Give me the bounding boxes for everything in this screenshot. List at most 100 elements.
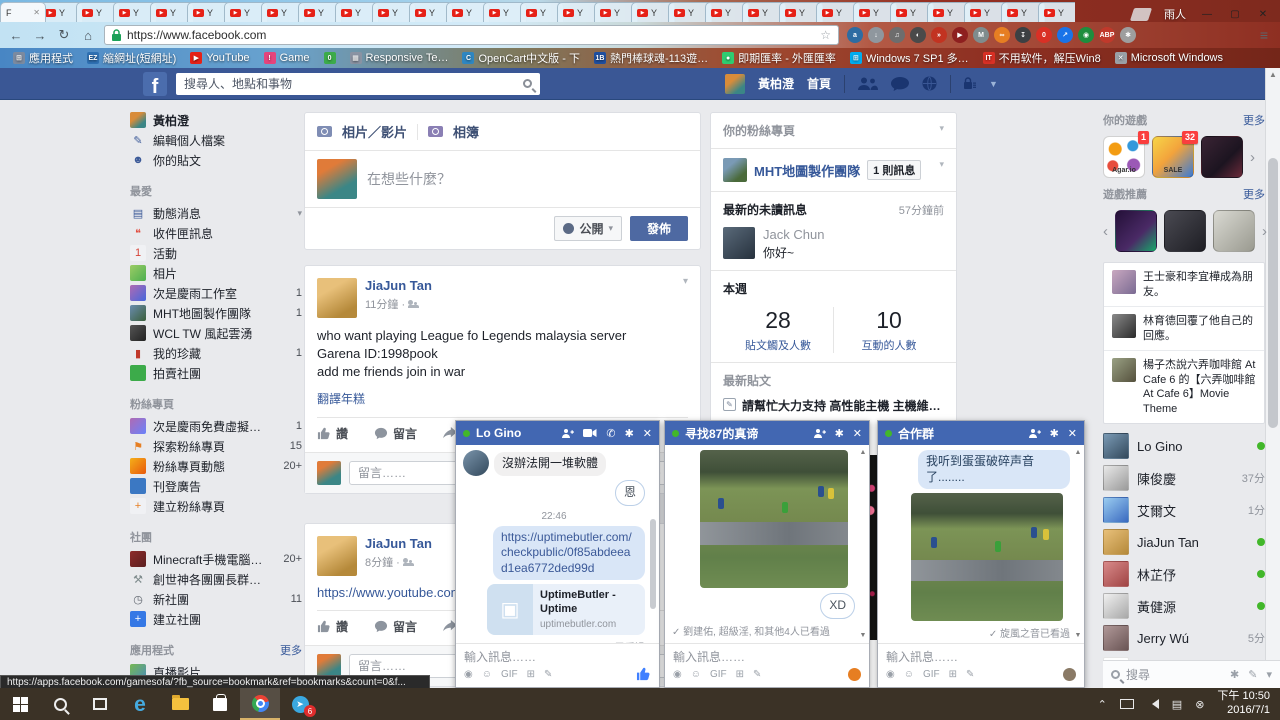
chat-scrollbar[interactable]: [649, 449, 657, 639]
chat-settings-gear-icon[interactable]: ✱: [1230, 668, 1239, 681]
facebook-logo[interactable]: f: [143, 72, 167, 96]
contact-row[interactable]: 林芷伃: [1103, 558, 1265, 590]
page-name-link[interactable]: MHT地圖製作團隊: [754, 161, 860, 180]
close-tab-icon[interactable]: ✕: [33, 8, 40, 17]
notifications-globe-icon[interactable]: [922, 76, 937, 91]
bookmark-item[interactable]: ⊞ Windows 7 SP1 多…: [843, 50, 976, 66]
tab-facebook[interactable]: F ✕: [0, 2, 46, 22]
close-chat-icon[interactable]: ✕: [853, 427, 862, 440]
maximize-button[interactable]: ▢: [1228, 9, 1242, 20]
page-scrollbar[interactable]: ▲ ▼: [1265, 68, 1280, 688]
game-tile[interactable]: [1201, 136, 1243, 178]
translate-link[interactable]: 翻譯年糕: [317, 390, 688, 407]
message-input[interactable]: 輸入訊息……: [886, 648, 1076, 665]
taskbar-search-button[interactable]: [40, 688, 80, 720]
edge-button[interactable]: e: [120, 688, 160, 720]
chrome-button[interactable]: [240, 688, 280, 720]
tray-close-icon[interactable]: ⊗: [1195, 698, 1204, 711]
account-menu-chevron-icon[interactable]: ▼: [989, 79, 998, 89]
chat-search-bar[interactable]: 搜尋 ✱ ✎ ▾: [1103, 660, 1280, 688]
extension-icon[interactable]: ♫: [889, 27, 905, 43]
scroll-up-arrow-icon[interactable]: ▲: [1074, 449, 1082, 456]
carousel-next-icon[interactable]: ›: [1262, 223, 1267, 240]
comment-button[interactable]: 留言: [374, 425, 417, 442]
bookmark-item[interactable]: ▶ YouTube: [183, 52, 256, 64]
address-bar[interactable]: https://www.facebook.com ☆: [104, 25, 839, 45]
bookmark-item[interactable]: IT 不用软件，解压Win8: [976, 50, 1108, 66]
search-input[interactable]: [184, 77, 523, 91]
extension-icon[interactable]: ◉: [1078, 27, 1094, 43]
close-chat-icon[interactable]: ✕: [643, 427, 652, 440]
contact-row[interactable]: 黃健源: [1103, 590, 1265, 622]
start-button[interactable]: [0, 688, 40, 720]
gif-button[interactable]: GIF: [923, 669, 940, 680]
bookmark-star-icon[interactable]: ☆: [820, 28, 831, 42]
avatar[interactable]: [317, 536, 357, 576]
send-like-icon[interactable]: [636, 667, 651, 681]
sidebar-item[interactable]: 次是慶雨免費虛擬… 1: [130, 416, 302, 436]
unread-message-row[interactable]: Jack Chun 你好~: [723, 227, 944, 261]
voice-call-icon[interactable]: ✆: [606, 427, 615, 440]
sidebar-item[interactable]: Minecraft手機電腦… 20+: [130, 549, 302, 569]
ticker-item[interactable]: 林育德回覆了他自己的回應。: [1104, 307, 1264, 351]
bookmark-item[interactable]: 1B 熱門棒球魂-113遊…: [587, 50, 715, 66]
search-icon[interactable]: [523, 79, 532, 88]
avatar[interactable]: [317, 159, 357, 199]
ticker-item[interactable]: 王士豪和李宜樺成為朋友。: [1104, 263, 1264, 307]
contact-row[interactable]: Lo Gino: [1103, 430, 1265, 462]
scroll-up-arrow-icon[interactable]: ▲: [859, 449, 867, 456]
sidebar-profile-item[interactable]: ☻ 你的貼文: [130, 150, 302, 170]
tray-app-icon[interactable]: ▤: [1172, 698, 1182, 711]
link-preview-card[interactable]: ▣ UptimeButler - Uptime uptimebutler.com: [487, 584, 645, 635]
sidebar-item[interactable]: 刊登廣告: [130, 476, 302, 496]
chevron-down-icon[interactable]: ▾: [1266, 668, 1272, 681]
home-link[interactable]: 首頁: [807, 75, 831, 92]
bookmark-item[interactable]: ! Game: [257, 52, 317, 64]
forward-button[interactable]: →: [32, 28, 48, 43]
scrollbar-thumb[interactable]: [1268, 158, 1278, 428]
apps-more-link[interactable]: 更多: [280, 642, 302, 658]
profile-avatar[interactable]: [725, 74, 745, 94]
home-button[interactable]: ⌂: [80, 28, 96, 43]
chat-settings-gear-icon[interactable]: ✱: [835, 427, 844, 440]
like-button[interactable]: 讚: [317, 425, 348, 442]
bookmark-item[interactable]: C OpenCart中文版 - 下: [455, 50, 586, 66]
sticker-icon[interactable]: ⊞: [527, 669, 535, 680]
composer-tab-photo[interactable]: 相片／影片: [342, 122, 407, 141]
video-call-icon[interactable]: [583, 428, 597, 438]
reach-stat-link[interactable]: 貼文觸及人數: [723, 337, 833, 353]
chat-header[interactable]: 寻找87的真谛 ✱ ✕: [665, 421, 869, 445]
tab-youtube[interactable]: ▶ Y: [1038, 2, 1075, 22]
chat-settings-gear-icon[interactable]: ✱: [1050, 427, 1059, 440]
close-chat-icon[interactable]: ✕: [1068, 427, 1077, 440]
sidebar-item[interactable]: 拍賣社團 ▾: [130, 363, 302, 383]
bookmark-item[interactable]: EZ 縮網址(短網址): [80, 50, 183, 66]
new-message-icon[interactable]: ✎: [1248, 668, 1257, 681]
message-input[interactable]: 輸入訊息……: [673, 648, 861, 665]
message-link[interactable]: https://uptimebutler.com/checkpublic/0f8…: [501, 530, 632, 575]
message-count-badge[interactable]: 1 則訊息: [867, 160, 921, 180]
chat-scrollbar[interactable]: ▲ ▼: [859, 449, 867, 639]
privacy-shortcuts-lock-icon[interactable]: [964, 77, 976, 90]
bookmark-item[interactable]: ▦ Responsive Te…: [343, 52, 456, 64]
basketball-emoji-icon[interactable]: [848, 668, 861, 681]
back-button[interactable]: ←: [8, 28, 24, 43]
chat-header[interactable]: 合作群 ✱ ✕: [878, 421, 1084, 445]
profile-name-link[interactable]: 黃柏澄: [758, 75, 794, 92]
add-person-icon[interactable]: [813, 428, 826, 439]
page-avatar[interactable]: [723, 158, 747, 182]
extension-icon[interactable]: ↧: [1015, 27, 1031, 43]
game-tile[interactable]: [1115, 210, 1157, 252]
extension-icon[interactable]: ABP: [1099, 27, 1115, 43]
extension-icon[interactable]: ✱: [1120, 27, 1136, 43]
contact-row[interactable]: 陳俊慶 37分: [1103, 462, 1265, 494]
extension-icon[interactable]: ∞: [994, 27, 1010, 43]
comment-button[interactable]: 留言: [374, 618, 417, 635]
network-icon[interactable]: [1120, 699, 1134, 709]
game-tile[interactable]: [1213, 210, 1255, 252]
sidebar-item[interactable]: WCL TW 風起雲湧 ▾: [130, 323, 302, 343]
extension-icon[interactable]: M: [973, 27, 989, 43]
like-button[interactable]: 讚: [317, 618, 348, 635]
chevron-down-icon[interactable]: ▾: [297, 208, 302, 219]
emoji-icon[interactable]: ☺: [904, 669, 914, 680]
